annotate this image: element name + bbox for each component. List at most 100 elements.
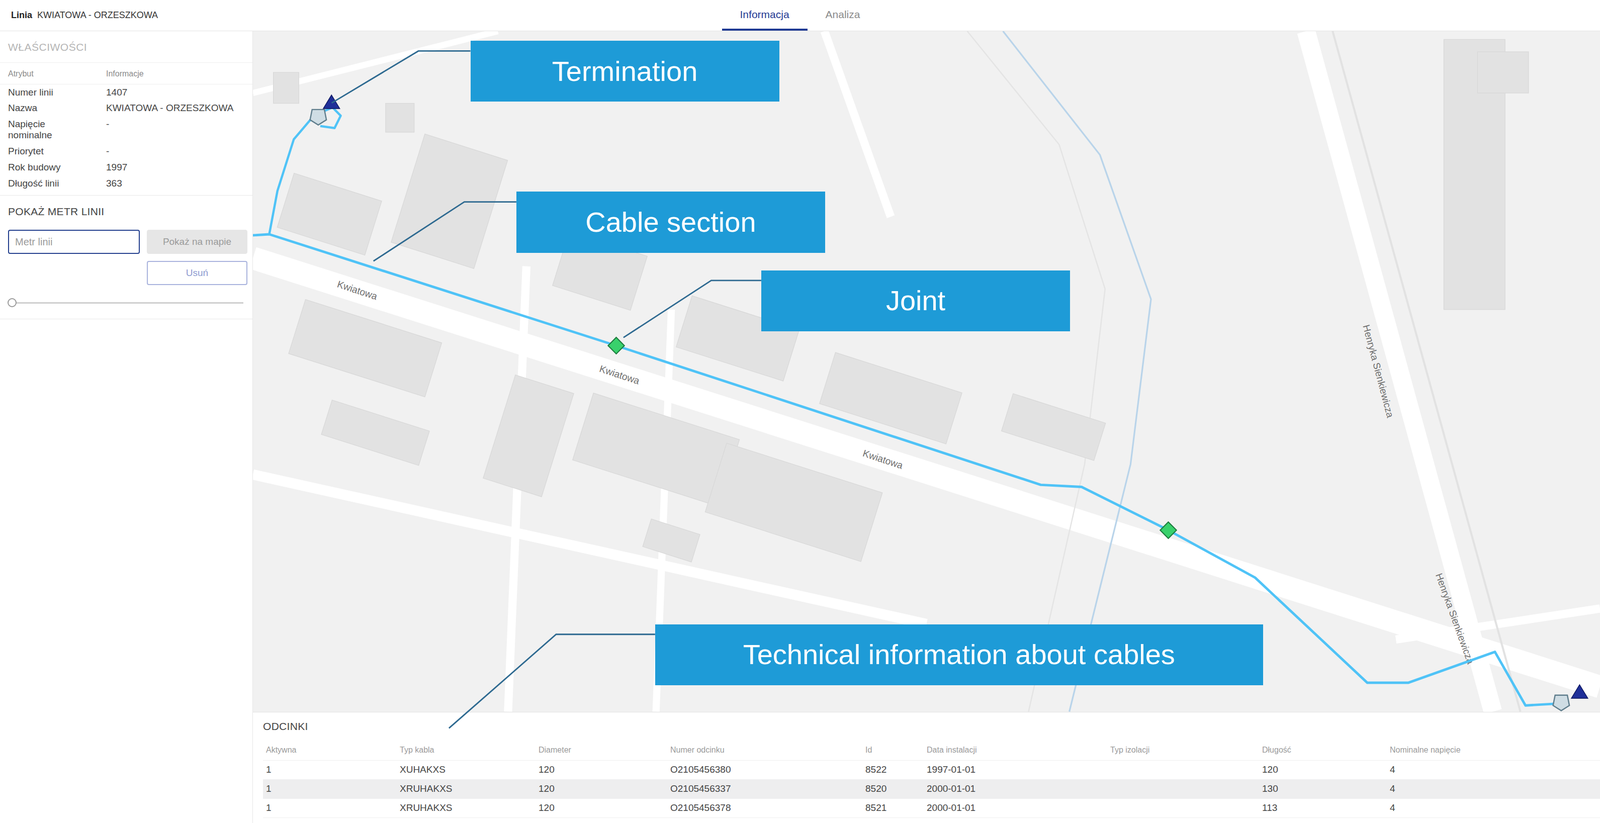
path-line: [967, 31, 1106, 713]
segments-title: ODCINKI: [262, 718, 1600, 741]
attribute-value: 1407: [98, 83, 253, 101]
map-ground: [252, 31, 1600, 713]
callout: Cable section: [516, 191, 826, 253]
termination-icon[interactable]: [323, 95, 340, 109]
cable-section[interactable]: [269, 107, 341, 235]
tab-label[interactable]: Informacja: [740, 6, 790, 23]
slider-thumb[interactable]: [7, 298, 17, 308]
property-row: Długość linii363: [0, 175, 253, 192]
attribute-value: 363: [98, 175, 253, 192]
road-edge: [1332, 31, 1521, 713]
content-column: KwiatowaKwiatowaKwiatowaHenryka Sienkiew…: [252, 31, 1600, 823]
callout: Technical information about cables: [655, 624, 1264, 686]
line-name: KWIATOWA - ORZESZKOWA: [37, 10, 158, 21]
termination-icon[interactable]: [1553, 695, 1570, 711]
attribute-name: Numer linii: [0, 83, 99, 101]
tab[interactable]: Informacja: [722, 0, 808, 31]
table-cell: 1: [262, 798, 397, 819]
work-area: WŁAŚCIWOŚCIAtrybutInformacjeNumer linii1…: [0, 31, 1600, 823]
table-cell: 120: [535, 798, 668, 819]
table-cell: [1107, 760, 1260, 780]
property-row: Napięcie nominalne-: [0, 116, 253, 144]
segments-table: AktywnaTyp kablaDiameterNumer odcinkuIdD…: [262, 740, 1600, 819]
road: [1395, 608, 1600, 640]
properties-title: WŁAŚCIWOŚCI: [0, 31, 253, 63]
top-bar-spacer: [877, 0, 1600, 31]
table-cell: 4: [1386, 760, 1600, 780]
table-row[interactable]: 1XUHAKXS120O210545638085221997-01-011204: [262, 760, 1600, 780]
table-cell: 2000-01-01: [923, 798, 1108, 819]
properties-table: AtrybutInformacjeNumer linii1407NazwaKWI…: [0, 62, 253, 192]
table-cell: 2000-01-01: [923, 779, 1108, 799]
building: [273, 72, 300, 104]
table-row[interactable]: 1XRUHAKXS120O210545637885212000-01-01113…: [262, 798, 1600, 819]
cable-section[interactable]: [252, 234, 1562, 706]
termination-icon[interactable]: [1571, 684, 1588, 699]
column-header[interactable]: Aktywna: [262, 740, 397, 761]
show-on-map-button[interactable]: Pokaż na mapie: [146, 229, 248, 254]
column-header[interactable]: Id: [862, 740, 924, 761]
column-header[interactable]: Data instalacji: [923, 740, 1108, 761]
attribute-value: -: [98, 143, 253, 160]
top-bar: LiniaKWIATOWA - ORZESZKOWA Informacja Anal…: [0, 0, 1600, 32]
attribute-name: Nazwa: [0, 100, 99, 117]
button-label[interactable]: Usuń: [186, 267, 209, 279]
leader-line: [449, 634, 656, 729]
attribute-value: -: [98, 116, 253, 144]
joint-icon[interactable]: [607, 337, 625, 354]
map-canvas[interactable]: KwiatowaKwiatowaKwiatowaHenryka Sienkiew…: [252, 31, 1600, 713]
column-header[interactable]: Typ kabla: [396, 740, 536, 761]
property-row: NazwaKWIATOWA - ORZESZKOWA: [0, 100, 253, 117]
button-label[interactable]: Pokaż na mapie: [162, 236, 232, 247]
road: [824, 31, 892, 217]
column-header[interactable]: Typ izolacji: [1107, 740, 1260, 761]
line-meter-title: POKAŻ METR LINII: [8, 203, 245, 220]
joint-icon[interactable]: [1160, 521, 1177, 539]
column-header[interactable]: Nominalne napięcie: [1386, 740, 1600, 761]
line-header: LiniaKWIATOWA - ORZESZKOWA: [0, 0, 723, 31]
table-cell: [1107, 779, 1260, 799]
building: [704, 442, 882, 562]
meter-input[interactable]: [8, 229, 140, 254]
tab[interactable]: Analiza: [807, 0, 879, 31]
table-cell: 8522: [862, 760, 924, 780]
termination-icon[interactable]: [310, 109, 327, 126]
table-row[interactable]: 1XRUHAKXS120O210545633785202000-01-01130…: [262, 779, 1600, 799]
column-header[interactable]: Numer odcinku: [667, 740, 863, 761]
tab-label[interactable]: Analiza: [825, 6, 861, 23]
property-row: Priorytet-: [0, 143, 253, 160]
callout: Joint: [761, 270, 1071, 332]
table-cell: XRUHAKXS: [396, 779, 536, 799]
street-label: Henryka Sienkiewicza: [1433, 571, 1477, 666]
column-header[interactable]: Długość: [1259, 740, 1387, 761]
properties-panel: WŁAŚCIWOŚCIAtrybutInformacjeNumer linii1…: [0, 31, 253, 823]
table-cell: 113: [1259, 798, 1387, 819]
segments-panel: ODCINKIAktywnaTyp kablaDiameterNumer odc…: [252, 712, 1600, 823]
map[interactable]: KwiatowaKwiatowaKwiatowaHenryka Sienkiew…: [252, 31, 1600, 713]
table-cell: 4: [1386, 798, 1600, 819]
slider-track[interactable]: [12, 302, 244, 304]
road: [252, 257, 1600, 687]
street-label: Kwiatowa: [598, 363, 642, 387]
building: [1477, 51, 1529, 94]
table-cell: [1107, 798, 1260, 819]
table-cell: 8520: [862, 779, 924, 799]
building: [385, 103, 415, 133]
callout: Termination: [470, 40, 780, 102]
table-cell: 1: [262, 760, 397, 780]
column-header[interactable]: Diameter: [535, 740, 668, 761]
table-cell: 1997-01-01: [923, 760, 1108, 780]
remove-button[interactable]: Usuń: [146, 260, 248, 286]
building: [642, 518, 700, 563]
line-title: LiniaKWIATOWA - ORZESZKOWA: [0, 8, 158, 23]
table-cell: XRUHAKXS: [396, 798, 536, 819]
line-meter-section: POKAŻ METR LINII Pokaż na mapie Usuń: [0, 195, 253, 320]
building: [391, 134, 508, 270]
attribute-name: Rok budowy: [0, 159, 99, 176]
line-meter-controls: Pokaż na mapie Usuń: [8, 229, 245, 286]
tab-bar: Informacja Analiza: [722, 0, 879, 31]
table-cell: 130: [1259, 779, 1387, 799]
leader-line: [331, 50, 471, 103]
building: [288, 299, 442, 398]
attribute-value: 1997: [98, 159, 253, 176]
